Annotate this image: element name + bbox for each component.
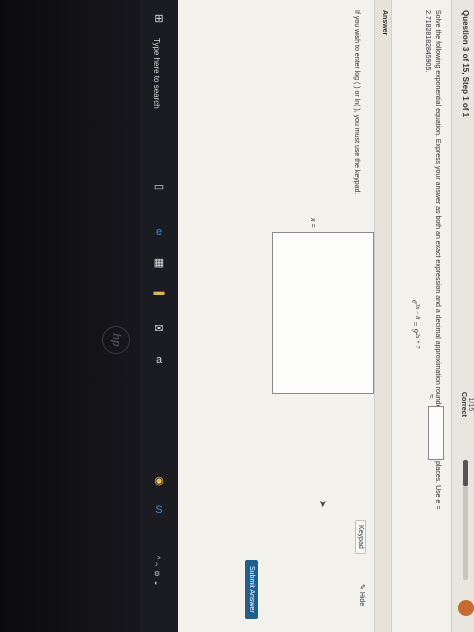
equation-equals: = 9	[410, 319, 420, 333]
photo-frame: hp ⊞ Type here to search ▭ e ▦ ▬ ✉ a ◉ S…	[0, 0, 474, 632]
windows-icon[interactable]: ⊞	[149, 8, 169, 28]
system-tray[interactable]: ^ ♪ ⚙ ◐	[152, 556, 160, 587]
skype-icon[interactable]: S	[149, 500, 169, 520]
task-view-icon[interactable]: ▭	[149, 176, 169, 196]
hp-logo-icon: hp	[102, 326, 130, 354]
question-title: Question 3 of 15, Step 1 of 1	[461, 10, 470, 118]
taskbar-search-input[interactable]: Type here to search	[152, 38, 161, 109]
question-prompt: Solve the following exponential equation…	[424, 10, 441, 510]
score-display: 1/15 Correct	[460, 392, 474, 417]
equation-exponent-right: 2x + 7	[414, 332, 420, 349]
keypad-hint: If you wish to enter log ( ) or ln( ), y…	[353, 10, 360, 195]
amazon-icon[interactable]: a	[149, 350, 169, 370]
score-status: Correct	[460, 392, 467, 417]
equation: e3x − 8 = 92x + 7	[410, 300, 420, 348]
hide-label: Hide	[358, 591, 365, 607]
exact-answer-input[interactable]	[272, 232, 374, 394]
mail-icon[interactable]: ✉	[149, 318, 169, 338]
equation-exponent-left: 3x − 8	[414, 303, 420, 320]
edge-icon[interactable]: e	[149, 222, 169, 242]
submit-answer-button[interactable]: Submit Answer	[245, 560, 258, 619]
answer-label: Answer	[381, 10, 388, 36]
answer-section-bar	[374, 0, 392, 632]
score-fraction: 1/15	[467, 397, 474, 412]
user-avatar[interactable]	[458, 600, 474, 616]
approx-symbol: ≈	[427, 394, 436, 399]
store-icon[interactable]: ▦	[149, 252, 169, 272]
folder-icon[interactable]: ▬	[149, 282, 169, 302]
x-label: x =	[309, 218, 316, 228]
browser-screen: Question 3 of 15, Step 1 of 1 1/15 Corre…	[178, 0, 474, 632]
progress-fill	[463, 460, 468, 487]
decimal-answer-input[interactable]	[428, 406, 444, 460]
chrome-icon[interactable]: ◉	[149, 470, 169, 490]
hide-button[interactable]: ✎ Hide	[358, 584, 366, 606]
progress-bar	[463, 460, 468, 580]
keypad-button[interactable]: Keypad	[355, 520, 366, 554]
mouse-cursor-icon: ➤	[318, 500, 328, 508]
